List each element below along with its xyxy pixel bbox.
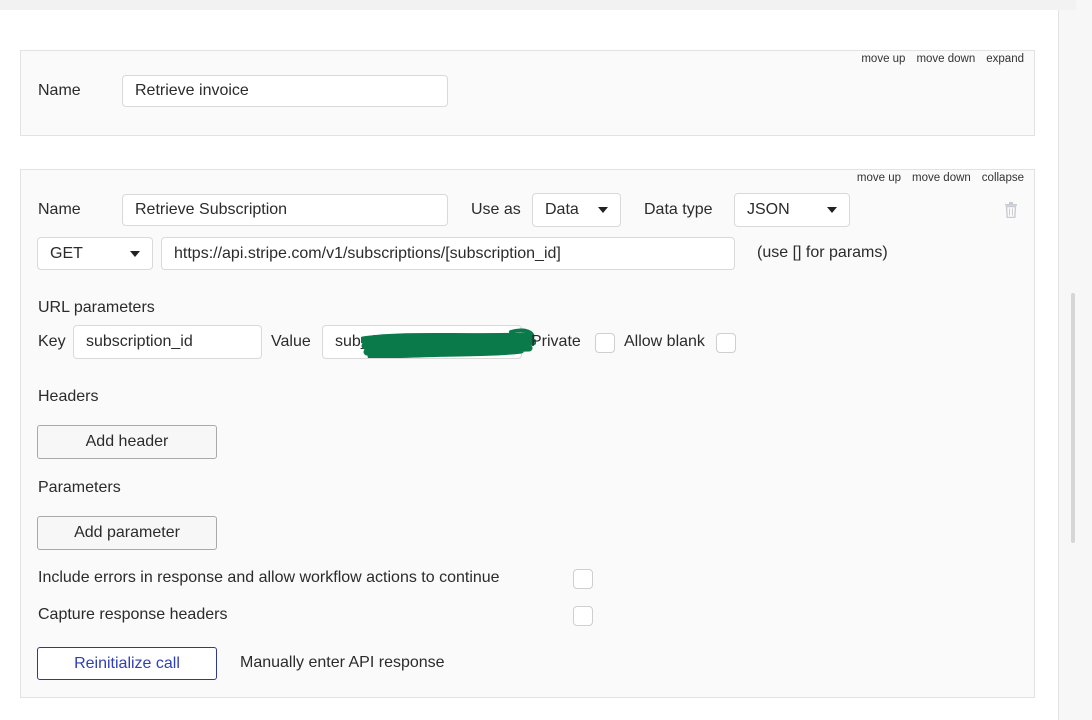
data-type-dropdown[interactable]: JSON [734, 193, 850, 227]
manually-enter-response-link[interactable]: Manually enter API response [240, 654, 445, 672]
use-as-label: Use as [471, 201, 521, 218]
data-type-label: Data type [644, 201, 713, 218]
expand-link[interactable]: expand [986, 53, 1024, 65]
api-call-card-retrieve-invoice: move up move down expand Name Retrieve i… [20, 50, 1035, 136]
move-up-link[interactable]: move up [861, 53, 905, 65]
panel-divider [1058, 10, 1059, 720]
url-params-hint: (use [] for params) [757, 244, 888, 261]
scrollbar-thumb[interactable] [1071, 293, 1075, 543]
name-label: Name [38, 201, 81, 218]
include-errors-label: Include errors in response and allow wor… [38, 569, 500, 586]
card-actions: move up move down expand [861, 53, 1024, 65]
private-checkbox[interactable] [595, 333, 615, 353]
capture-headers-checkbox[interactable] [573, 606, 593, 626]
capture-headers-label: Capture response headers [38, 606, 228, 623]
private-label: Private [531, 333, 581, 350]
url-parameters-heading: URL parameters [38, 299, 155, 316]
call-name-input[interactable]: Retrieve Subscription [122, 194, 448, 226]
chevron-down-icon [130, 251, 140, 257]
http-method-dropdown[interactable]: GET [37, 237, 153, 270]
value-label: Value [271, 333, 311, 350]
collapse-link[interactable]: collapse [982, 172, 1024, 184]
move-down-link[interactable]: move down [912, 172, 971, 184]
chevron-down-icon [598, 207, 608, 213]
endpoint-url-input[interactable]: https://api.stripe.com/v1/subscriptions/… [161, 237, 735, 270]
move-down-link[interactable]: move down [916, 53, 975, 65]
include-errors-checkbox[interactable] [573, 569, 593, 589]
key-label: Key [38, 333, 66, 350]
reinitialize-call-button[interactable]: Reinitialize call [37, 647, 217, 680]
url-param-key-input[interactable]: subscription_id [73, 325, 262, 359]
name-label: Name [38, 82, 81, 99]
card-actions: move up move down collapse [857, 172, 1024, 184]
data-type-value: JSON [747, 201, 790, 218]
call-name-input[interactable]: Retrieve invoice [122, 75, 448, 107]
use-as-dropdown[interactable]: Data [532, 193, 621, 227]
editor-panel: move up move down expand Name Retrieve i… [0, 10, 1058, 720]
allow-blank-label: Allow blank [624, 333, 705, 350]
redaction-scribble [361, 328, 536, 358]
http-method-value: GET [50, 245, 83, 262]
trash-icon[interactable] [1004, 202, 1018, 218]
top-strip [0, 0, 1076, 10]
chevron-down-icon [827, 207, 837, 213]
add-header-button[interactable]: Add header [37, 425, 217, 459]
add-parameter-button[interactable]: Add parameter [37, 516, 217, 550]
use-as-value: Data [545, 201, 579, 218]
move-up-link[interactable]: move up [857, 172, 901, 184]
allow-blank-checkbox[interactable] [716, 333, 736, 353]
headers-heading: Headers [38, 388, 99, 405]
parameters-heading: Parameters [38, 479, 121, 496]
api-call-card-retrieve-subscription: move up move down collapse Name Retrieve… [20, 169, 1035, 698]
